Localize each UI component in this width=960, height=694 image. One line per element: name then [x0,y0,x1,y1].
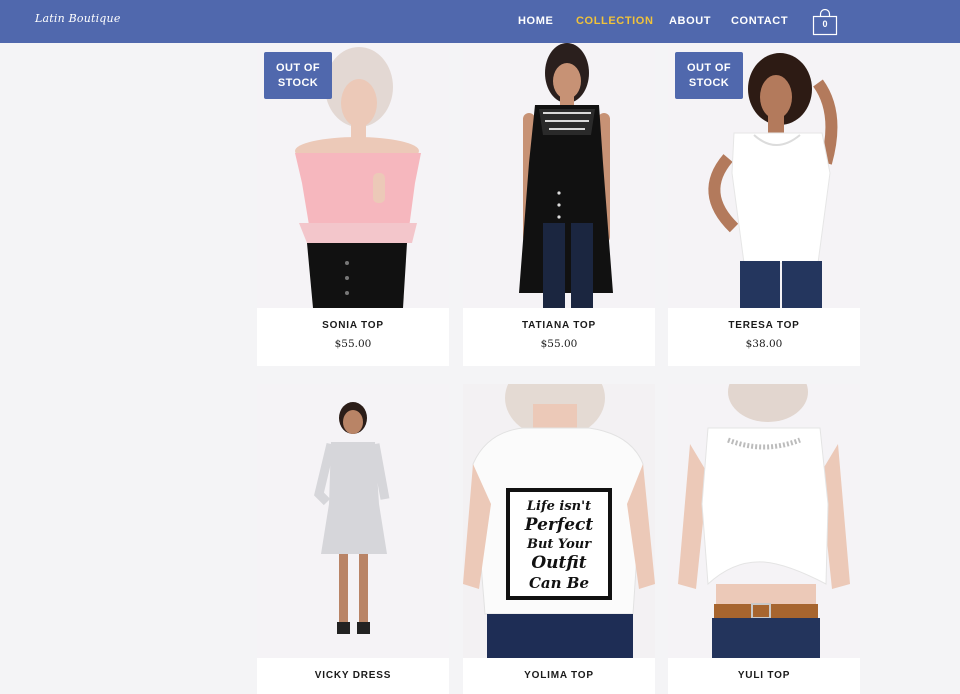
product-card-yolima-top[interactable]: Life isn't Perfect But Your Outfit Can B… [463,384,655,694]
cart-button[interactable]: 0 [812,9,838,36]
nav-link-contact[interactable]: CONTACT [731,15,788,27]
nav-link-collection[interactable]: COLLECTION [576,15,654,27]
shirt-print-line: Outfit [531,553,586,573]
model-photo-white-wrap-top [668,384,860,658]
product-card-yuli-top[interactable]: YULI TOP [668,384,860,694]
out-of-stock-badge: OUT OF STOCK [675,52,743,99]
model-photo-black-top [463,43,655,308]
model-photo-printed-tee: Life isn't Perfect But Your Outfit Can B… [463,384,655,658]
product-image[interactable] [668,384,860,658]
product-image[interactable] [257,384,449,658]
product-name[interactable]: VICKY DRESS [257,670,449,681]
product-price: $55.00 [334,338,372,350]
shirt-print-line: But Your [526,537,592,552]
product-name[interactable]: YOLIMA TOP [463,670,655,681]
product-name[interactable]: SONIA TOP [257,320,449,331]
product-price: $38.00 [745,338,783,350]
product-name[interactable]: YULI TOP [668,670,860,681]
model-photo-grey-dress [257,384,449,658]
product-name[interactable]: TATIANA TOP [463,320,655,331]
nav-link-about[interactable]: ABOUT [669,15,711,27]
product-image[interactable]: Life isn't Perfect But Your Outfit Can B… [463,384,655,658]
product-card-teresa-top[interactable]: OUT OF STOCK TERESA TOP $38.00 [668,43,860,366]
shirt-print-line: Life isn't [526,499,591,514]
nav-link-home[interactable]: HOME [518,15,553,27]
brand-logo[interactable]: Latin Boutique [35,12,121,25]
out-of-stock-badge: OUT OF STOCK [264,52,332,99]
shirt-print-line: Can Be [529,574,589,592]
product-price: $55.00 [540,338,578,350]
product-card-sonia-top[interactable]: OUT OF STOCK SONIA TOP $55.00 [257,43,449,366]
top-navigation-bar: Latin Boutique HOME COLLECTION ABOUT CON… [0,0,960,43]
product-image[interactable] [463,43,655,308]
product-name[interactable]: TERESA TOP [668,320,860,331]
product-card-tatiana-top[interactable]: TATIANA TOP $55.00 [463,43,655,366]
shirt-print-line: Perfect [524,515,594,535]
product-image[interactable]: OUT OF STOCK [257,43,449,308]
product-card-vicky-dress[interactable]: VICKY DRESS [257,384,449,694]
cart-count: 0 [822,19,828,29]
product-image[interactable]: OUT OF STOCK [668,43,860,308]
